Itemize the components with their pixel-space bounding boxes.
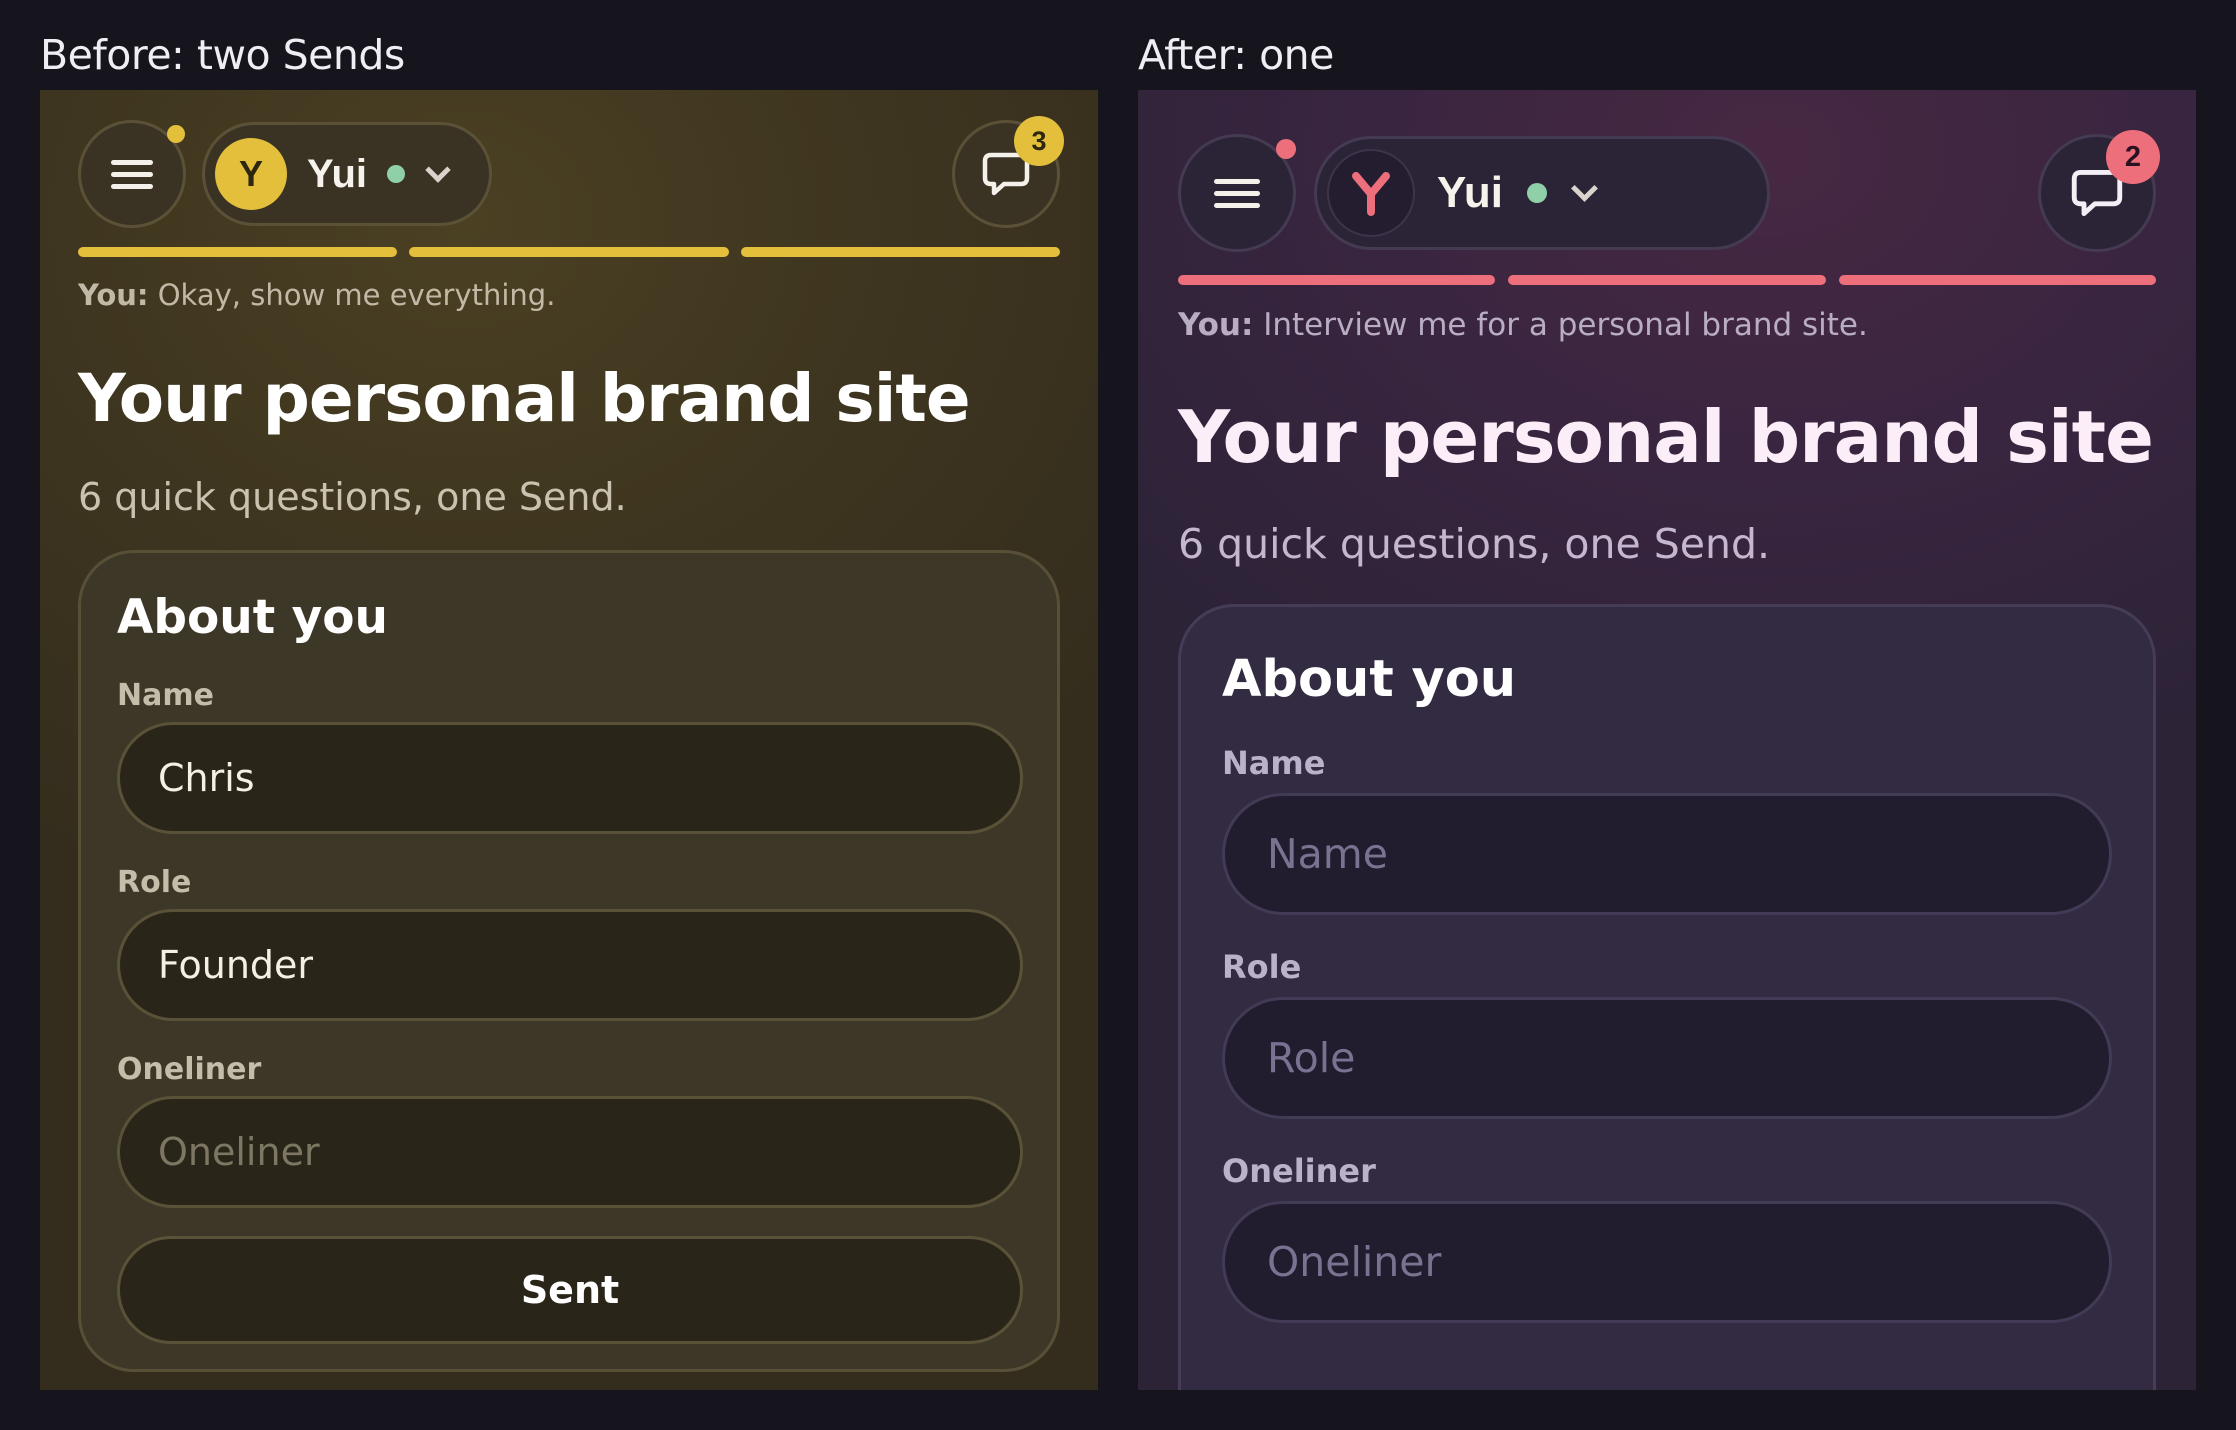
user-message-text: Interview me for a personal brand site. bbox=[1263, 307, 1868, 343]
agent-selector[interactable]: Y Yui bbox=[202, 122, 492, 226]
user-message: You: Okay, show me everything. bbox=[78, 278, 555, 318]
role-label: Role bbox=[117, 865, 192, 900]
name-input[interactable] bbox=[1267, 830, 2109, 878]
sent-button[interactable]: Sent bbox=[117, 1236, 1023, 1344]
online-status-dot bbox=[1527, 183, 1548, 203]
progress-segment-3 bbox=[1838, 275, 2156, 285]
role-input[interactable] bbox=[1267, 1034, 2109, 1082]
user-message-text: Okay, show me everything. bbox=[157, 278, 556, 312]
page-title: Your personal brand site bbox=[1178, 395, 2154, 479]
oneliner-label: Oneliner bbox=[117, 1052, 262, 1087]
progress-bar bbox=[78, 247, 1060, 257]
oneliner-input[interactable] bbox=[158, 1130, 1020, 1174]
progress-segment-1 bbox=[78, 247, 398, 257]
chevron-down-icon bbox=[425, 157, 451, 183]
chat-badge: 2 bbox=[2106, 130, 2160, 184]
chevron-down-icon bbox=[1571, 175, 1598, 202]
agent-logo-icon bbox=[1352, 172, 1390, 216]
agent-name: Yui bbox=[1437, 168, 1504, 217]
user-prefix: You: bbox=[1178, 307, 1254, 343]
agent-name: Yui bbox=[307, 151, 368, 196]
oneliner-label: Oneliner bbox=[1222, 1152, 1376, 1190]
progress-bar bbox=[1178, 275, 2156, 285]
panel-before: Y Yui 3 You: Okay, show me everything. Y… bbox=[40, 90, 1098, 1390]
page-title: Your personal brand site bbox=[78, 360, 971, 437]
card-title: About you bbox=[117, 590, 388, 645]
oneliner-field[interactable] bbox=[117, 1096, 1023, 1208]
agent-selector[interactable]: Yui bbox=[1314, 136, 1770, 250]
name-input[interactable] bbox=[158, 756, 1020, 800]
role-input[interactable] bbox=[158, 943, 1020, 987]
oneliner-input[interactable] bbox=[1267, 1238, 2109, 1286]
role-field[interactable] bbox=[1222, 997, 2112, 1119]
hamburger-icon bbox=[1214, 178, 1260, 208]
role-label: Role bbox=[1222, 948, 1302, 986]
role-field[interactable] bbox=[117, 909, 1023, 1021]
progress-segment-1 bbox=[1178, 275, 1496, 285]
oneliner-field[interactable] bbox=[1222, 1201, 2112, 1323]
online-status-dot bbox=[387, 165, 406, 183]
progress-segment-2 bbox=[1508, 275, 1826, 285]
user-message: You: Interview me for a personal brand s… bbox=[1178, 307, 1868, 349]
caption-after: After: one bbox=[1138, 31, 1334, 79]
name-label: Name bbox=[1222, 744, 1326, 782]
notification-dot bbox=[1276, 139, 1296, 159]
progress-segment-3 bbox=[740, 247, 1060, 257]
panel-after: Yui 2 You: Interview me for a personal b… bbox=[1138, 90, 2196, 1390]
chat-badge: 3 bbox=[1014, 116, 1064, 166]
caption-before: Before: two Sends bbox=[40, 31, 405, 79]
progress-segment-2 bbox=[409, 247, 729, 257]
hamburger-icon bbox=[111, 159, 153, 189]
agent-avatar bbox=[1327, 149, 1415, 237]
name-field[interactable] bbox=[1222, 793, 2112, 915]
card-title: About you bbox=[1222, 650, 1517, 709]
name-label: Name bbox=[117, 678, 214, 713]
name-field[interactable] bbox=[117, 722, 1023, 834]
agent-avatar: Y bbox=[215, 138, 287, 210]
notification-dot bbox=[167, 125, 185, 143]
page-subtitle: 6 quick questions, one Send. bbox=[1178, 520, 1771, 568]
page-subtitle: 6 quick questions, one Send. bbox=[78, 475, 627, 519]
user-prefix: You: bbox=[78, 278, 149, 312]
